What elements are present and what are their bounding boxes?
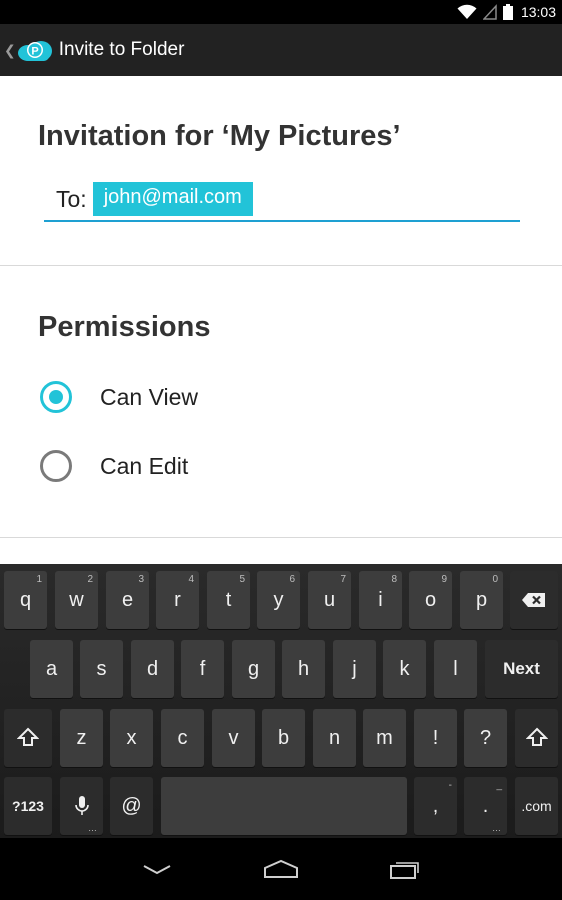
key-a[interactable]: a [30, 640, 73, 698]
section-divider [0, 265, 562, 266]
key-r[interactable]: r4 [156, 571, 199, 629]
key-w[interactable]: w2 [55, 571, 98, 629]
key-next[interactable]: Next [485, 640, 558, 698]
key-e[interactable]: e3 [106, 571, 149, 629]
nav-back-button[interactable] [132, 849, 182, 889]
permission-option-can-view[interactable]: Can View [38, 371, 518, 423]
key-at[interactable]: @ [110, 777, 153, 835]
key-l[interactable]: l [434, 640, 477, 698]
action-bar: ❮ P Invite to Folder [0, 24, 562, 76]
key-voice[interactable]: … [60, 777, 103, 835]
permission-option-can-edit[interactable]: Can Edit [38, 440, 518, 492]
key-g[interactable]: g [232, 640, 275, 698]
invitation-title: Invitation for ‘My Pictures’ [38, 120, 401, 152]
status-bar: 13:03 [0, 0, 562, 24]
more-dots: … [492, 823, 501, 833]
to-label: To: [56, 185, 87, 212]
key-p[interactable]: p0 [460, 571, 503, 629]
key-s[interactable]: s [80, 640, 123, 698]
wifi-icon [457, 4, 477, 19]
key-o[interactable]: o9 [409, 571, 452, 629]
status-time: 13:03 [520, 4, 556, 20]
key-z[interactable]: z [60, 709, 103, 767]
nav-home-button[interactable] [256, 849, 306, 889]
permissions-title: Permissions [38, 311, 211, 343]
key-shift-right[interactable] [515, 709, 558, 767]
key-f[interactable]: f [181, 640, 224, 698]
up-navigation-button[interactable]: ❮ P [0, 24, 53, 76]
radio-button-checked[interactable] [40, 381, 72, 413]
key-t[interactable]: t5 [207, 571, 250, 629]
battery-icon [502, 4, 513, 20]
key-y[interactable]: y6 [257, 571, 300, 629]
key-b[interactable]: b [262, 709, 305, 767]
key-dotcom[interactable]: .com [515, 777, 558, 835]
key-space[interactable] [161, 777, 407, 835]
key-j[interactable]: j [333, 640, 376, 698]
key-question[interactable]: ? [464, 709, 507, 767]
key-q[interactable]: q1 [4, 571, 47, 629]
radio-button-unchecked[interactable] [40, 450, 72, 482]
backspace-icon [522, 593, 545, 607]
key-exclamation[interactable]: ! [414, 709, 457, 767]
key-v[interactable]: v [212, 709, 255, 767]
nav-back-icon [143, 865, 171, 875]
screen-title: Invite to Folder [58, 39, 185, 60]
logo-letter: P [31, 46, 38, 58]
permission-label: Can Edit [100, 452, 189, 479]
nav-home-icon [264, 859, 298, 878]
signal-icon [482, 4, 497, 20]
chevron-left-icon: ❮ [4, 42, 16, 58]
recipient-chip[interactable]: john@mail.com [92, 182, 253, 216]
soft-keyboard: q1 w2 e3 r4 t5 y6 u7 i8 o9 p0 a s d f g … [0, 564, 562, 838]
nav-recents-icon [390, 862, 419, 879]
key-c[interactable]: c [161, 709, 204, 767]
section-divider [0, 537, 562, 538]
more-dots: … [88, 823, 97, 833]
key-period[interactable]: . _… [464, 777, 507, 835]
key-n[interactable]: n [313, 709, 356, 767]
key-u[interactable]: u7 [308, 571, 351, 629]
key-d[interactable]: d [131, 640, 174, 698]
pcloud-logo-icon: P [17, 41, 52, 61]
shift-icon [525, 727, 548, 746]
invite-content: Invitation for ‘My Pictures’ To: john@ma… [0, 76, 562, 564]
key-i[interactable]: i8 [359, 571, 402, 629]
recipient-input[interactable]: To: john@mail.com [44, 178, 520, 222]
key-k[interactable]: k [383, 640, 426, 698]
key-h[interactable]: h [282, 640, 325, 698]
shift-icon [17, 727, 39, 746]
nav-recents-button[interactable] [380, 849, 430, 889]
key-x[interactable]: x [110, 709, 153, 767]
key-symbols[interactable]: ?123 [4, 777, 52, 835]
permission-label: Can View [100, 383, 199, 410]
microphone-icon [74, 796, 89, 815]
key-comma[interactable]: ,- [414, 777, 457, 835]
key-m[interactable]: m [363, 709, 406, 767]
key-shift-left[interactable] [4, 709, 52, 767]
system-navigation-bar [0, 838, 562, 900]
key-backspace[interactable] [510, 571, 558, 629]
